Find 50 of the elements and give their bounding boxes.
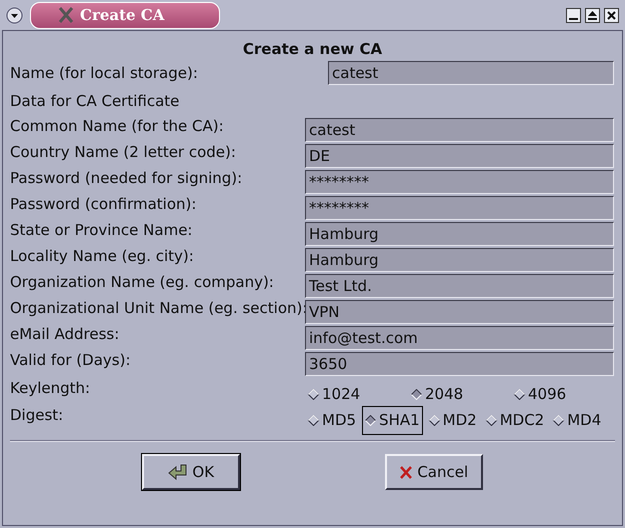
text-field[interactable]: catest (328, 61, 614, 85)
radio-label: SHA1 (379, 410, 420, 431)
radio-button[interactable] (553, 414, 564, 426)
radio-button[interactable] (308, 414, 319, 426)
field-label: Locality Name (eg. city): (10, 246, 195, 267)
text-field[interactable]: Test Ltd. (305, 274, 614, 298)
field-label: eMail Address: (10, 324, 120, 345)
cancel-button[interactable]: Cancel (384, 454, 483, 490)
field-label: Valid for (Days): (10, 350, 132, 371)
x-logo-icon (58, 7, 74, 23)
text-field[interactable]: info@test.com (305, 326, 614, 350)
field-label: Country Name (2 letter code): (10, 142, 237, 163)
text-field[interactable]: Hamburg (305, 248, 614, 272)
radio-label: MD4 (567, 410, 602, 431)
dialog-heading: Create a new CA (242, 39, 384, 58)
minimize-icon[interactable] (566, 8, 581, 22)
field-label: Password (confirmation): (10, 194, 198, 215)
field-label: Common Name (for the CA): (10, 116, 225, 137)
x-mark-icon (399, 464, 414, 480)
text-field[interactable]: catest (305, 118, 614, 142)
radio-label: 4096 (528, 384, 566, 405)
text-field[interactable]: ******** (305, 196, 614, 220)
text-field[interactable]: 3650 (305, 352, 614, 376)
text-field[interactable]: ******** (305, 170, 614, 194)
menu-icon[interactable] (6, 6, 23, 24)
text-field[interactable]: DE (305, 144, 614, 168)
ok-button[interactable]: OK (142, 454, 240, 490)
field-label: Password (needed for signing): (10, 168, 244, 189)
field-label: State or Province Name: (10, 220, 194, 241)
radio-label: MDC2 (500, 410, 544, 431)
text-field[interactable]: Hamburg (305, 222, 614, 246)
field-label: Digest: (10, 405, 64, 426)
field-label: Organization Name (eg. company): (10, 272, 275, 293)
close-icon[interactable] (604, 8, 619, 22)
maximize-icon[interactable] (585, 8, 600, 22)
radio-label: MD5 (322, 410, 356, 431)
radio-button[interactable] (308, 388, 319, 400)
field-label: Keylength: (10, 378, 92, 399)
radio-label: 2048 (425, 384, 464, 405)
radio-button[interactable] (428, 414, 440, 426)
text-field[interactable]: VPN (305, 300, 614, 324)
return-arrow-icon (168, 464, 188, 480)
radio-label: 1024 (322, 384, 360, 405)
radio-label: MD2 (442, 410, 477, 431)
radio-button[interactable] (486, 414, 497, 426)
section-label: Data for CA Certificate (10, 91, 180, 110)
field-label: Name (for local storage): (10, 62, 199, 84)
radio-button[interactable] (514, 388, 525, 400)
window-title: Create CA (80, 4, 164, 26)
field-label: Organizational Unit Name (eg. section): (10, 298, 305, 319)
